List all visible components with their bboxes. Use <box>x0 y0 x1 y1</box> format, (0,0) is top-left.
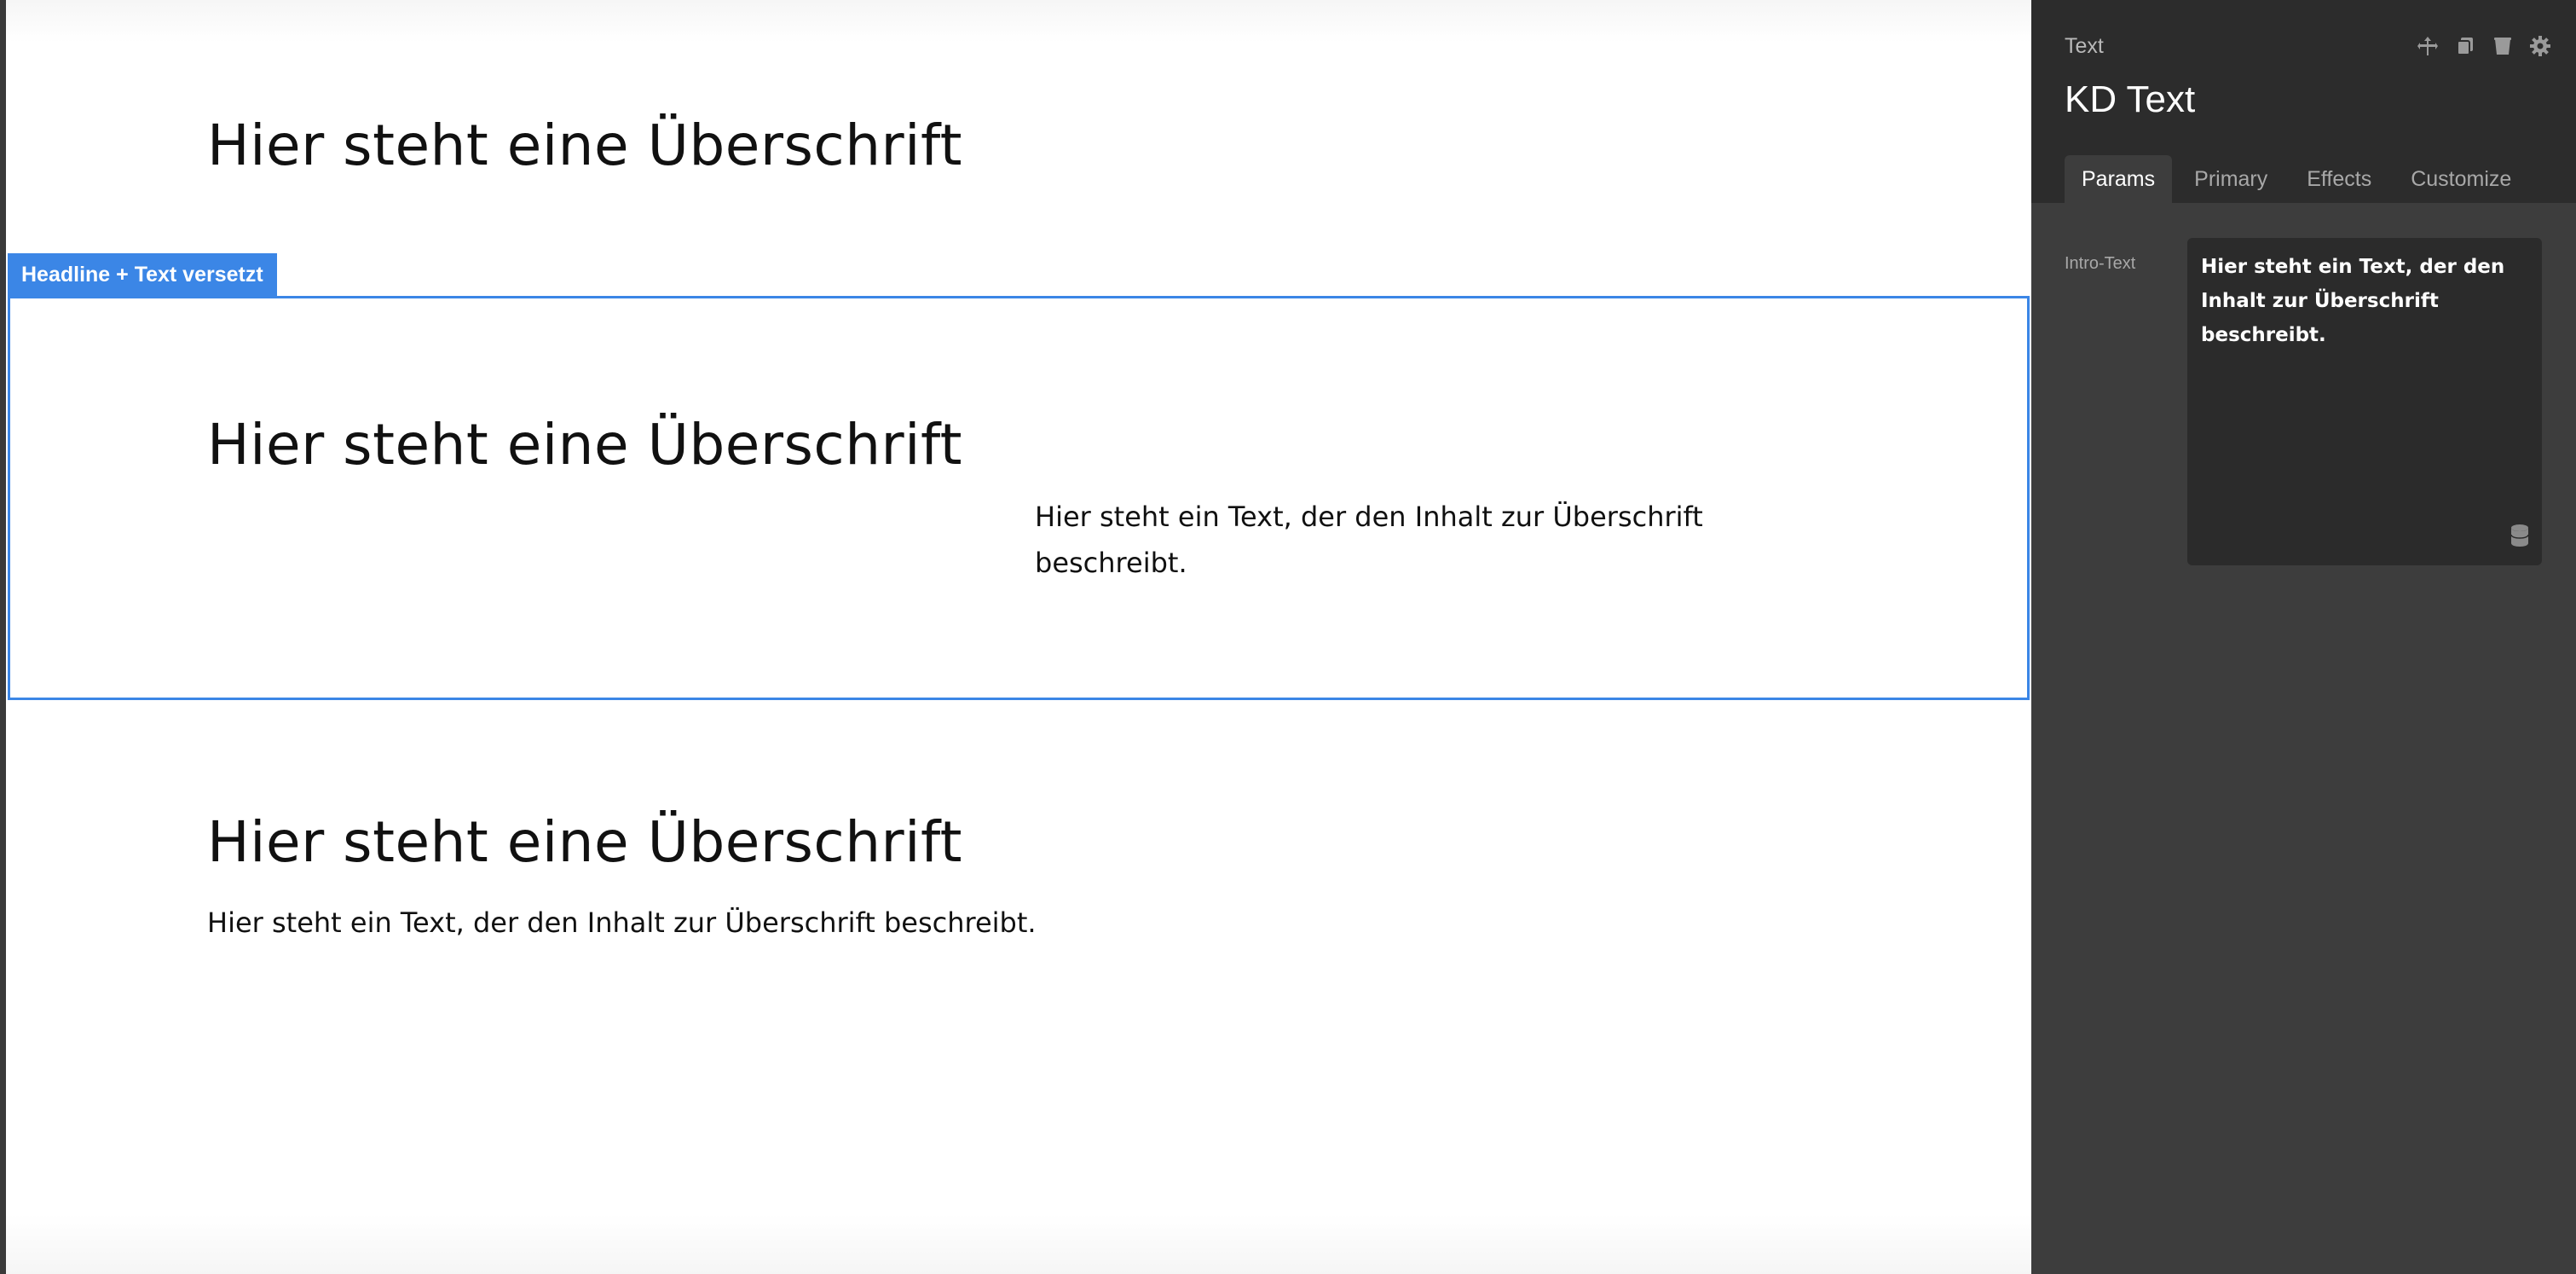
intro-text-label: Intro-Text <box>2065 254 2136 273</box>
settings-icon[interactable] <box>2528 34 2552 58</box>
intro-text: Hier steht ein Text, der den Inhalt zur … <box>207 906 1037 939</box>
panel-header: Text KD Text Params Primary Effects Cust… <box>2031 0 2576 203</box>
page-canvas: Hier steht eine Überschrift Headline + T… <box>0 0 2031 1274</box>
intro-text-field[interactable]: Hier steht ein Text, der den Inhalt zur … <box>2187 238 2542 565</box>
content-block-headline-text[interactable]: Hier steht eine Überschrift Hier steht e… <box>6 700 2031 1274</box>
content-block-headline-text-offset[interactable]: Headline + Text versetzt Hier steht eine… <box>6 253 2031 700</box>
headline: Hier steht eine Überschrift <box>207 113 962 178</box>
delete-icon[interactable] <box>2491 34 2515 58</box>
panel-tabs: Params Primary Effects Customize <box>2065 155 2533 203</box>
tab-customize[interactable]: Customize <box>2394 155 2528 203</box>
intro-text-value[interactable]: Hier steht ein Text, der den Inhalt zur … <box>2201 250 2528 352</box>
headline: Hier steht eine Überschrift <box>207 412 962 478</box>
panel-actions <box>2416 34 2552 58</box>
content-block-headline[interactable]: Hier steht eine Überschrift <box>6 0 2031 247</box>
move-icon[interactable] <box>2416 34 2440 58</box>
selection-label[interactable]: Headline + Text versetzt <box>8 253 277 296</box>
tab-params[interactable]: Params <box>2065 155 2173 203</box>
duplicate-icon[interactable] <box>2453 34 2477 58</box>
element-type-label: Text <box>2065 34 2104 58</box>
tab-primary[interactable]: Primary <box>2177 155 2284 203</box>
intro-text: Hier steht ein Text, der den Inhalt zur … <box>1035 501 1703 579</box>
tab-effects[interactable]: Effects <box>2290 155 2388 203</box>
database-icon[interactable] <box>2510 524 2530 552</box>
properties-panel: Text KD Text Params Primary Effects Cust… <box>2031 0 2576 1274</box>
headline: Hier steht eine Überschrift <box>207 809 962 875</box>
panel-title: KD Text <box>2065 78 2196 120</box>
